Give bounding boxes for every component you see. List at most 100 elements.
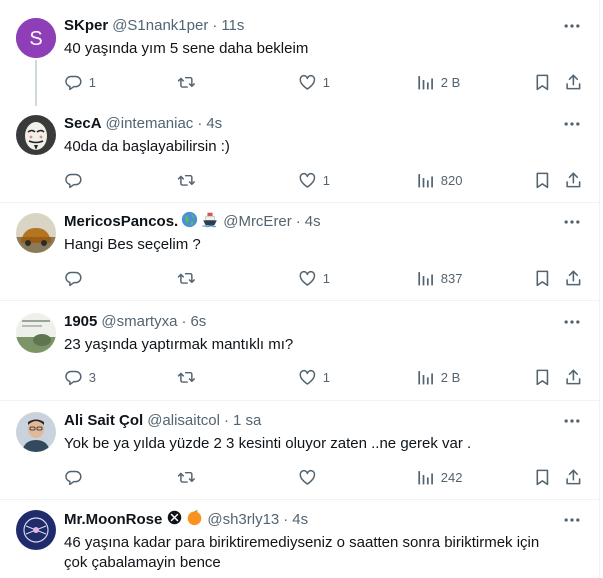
retweet-button[interactable] (177, 268, 196, 288)
bookmark-button[interactable] (533, 367, 552, 387)
more-icon[interactable] (562, 114, 582, 134)
display-name[interactable]: Ali Sait Çol (64, 411, 143, 431)
view-count: 837 (440, 270, 463, 286)
views-button[interactable]: 242 (416, 467, 462, 487)
like-count: 1 (322, 172, 330, 188)
avatar[interactable] (16, 213, 56, 253)
views-button[interactable]: 2 B (416, 72, 460, 92)
tweet-text: 40da da başlayabilirsin :) (64, 138, 230, 155)
retweet-button[interactable] (177, 367, 196, 387)
avatar[interactable] (16, 313, 56, 353)
reply-timeline: S SKper @S1nank1per · 11s 40 yaşında yım… (0, 0, 600, 578)
avatar[interactable] (16, 115, 56, 155)
more-icon[interactable] (562, 212, 582, 232)
views-button[interactable]: 2 B (416, 367, 460, 387)
tweet[interactable]: MericosPancos. @MrcErer · 4s Hangi Bes s… (0, 203, 600, 300)
timestamp[interactable]: 4s (292, 510, 308, 530)
like-button[interactable]: 1 (298, 72, 330, 92)
avatar[interactable] (16, 412, 56, 452)
like-button[interactable] (298, 467, 317, 487)
tweet-text: 23 yaşında yaptırmak mantıklı mı? (64, 336, 294, 353)
tweet-text-line: 46 yaşına kadar para biriktiremediyseniz… (64, 534, 540, 551)
reply-button[interactable]: 1 (64, 72, 96, 92)
reply-icon (64, 368, 83, 387)
tweet-text: 40 yaşında yım 5 sene daha bekleim (64, 40, 309, 57)
bookmark-icon (533, 368, 552, 387)
more-icon[interactable] (562, 312, 582, 332)
retweet-icon (177, 171, 196, 190)
tweet[interactable]: 1905 @smartyxa · 6s 23 yaşında yaptırmak… (0, 301, 600, 400)
reply-button[interactable] (64, 268, 83, 288)
like-button[interactable]: 1 (298, 268, 330, 288)
separator-dot: · (181, 313, 187, 330)
more-icon[interactable] (562, 411, 582, 431)
views-button[interactable]: 820 (416, 170, 462, 190)
more-icon[interactable] (562, 510, 582, 530)
timestamp[interactable]: 11s (221, 16, 244, 36)
like-button[interactable]: 1 (298, 367, 330, 387)
more-icon[interactable] (562, 16, 582, 36)
timestamp[interactable]: 6s (190, 312, 206, 332)
retweet-button[interactable] (177, 170, 196, 190)
tweet[interactable]: S SKper @S1nank1per · 11s 40 yaşında yım… (0, 0, 600, 106)
action-bar: 3 1 2 B (64, 367, 589, 387)
tweet[interactable]: Mr.MoonRose @sh3rly13 · 4s 46 yaşına kad… (0, 500, 600, 578)
tweet-text-line: çok çabalamayin bence (64, 554, 221, 571)
views-button[interactable]: 837 (416, 268, 462, 288)
share-icon (564, 171, 583, 190)
display-name[interactable]: SKper (64, 16, 108, 36)
like-icon (298, 73, 317, 92)
share-button[interactable] (564, 72, 583, 92)
display-name[interactable]: SecA (64, 114, 102, 134)
user-handle[interactable]: @MrcErer (223, 212, 292, 232)
display-name[interactable]: Mr.MoonRose (64, 510, 162, 530)
reply-icon (64, 468, 83, 487)
like-icon (298, 368, 317, 387)
avatar[interactable] (16, 510, 56, 550)
separator-dot: · (283, 511, 289, 528)
retweet-button[interactable] (177, 72, 196, 92)
timestamp[interactable]: 1 sa (233, 411, 261, 431)
bookmark-button[interactable] (533, 72, 552, 92)
bookmark-button[interactable] (533, 170, 552, 190)
view-count: 2 B (440, 369, 461, 385)
share-icon (564, 368, 583, 387)
views-icon (416, 468, 435, 487)
share-button[interactable] (564, 268, 583, 288)
timestamp[interactable]: 4s (206, 114, 222, 134)
tweet-text: Hangi Bes seçelim ? (64, 236, 201, 253)
tweet[interactable]: SecA @intemaniac · 4s 40da da başlayabil… (0, 105, 600, 202)
user-handle[interactable]: @S1nank1per (112, 16, 208, 36)
display-name[interactable]: MericosPancos. (64, 212, 178, 232)
share-button[interactable] (564, 367, 583, 387)
bookmark-button[interactable] (533, 467, 552, 487)
retweet-icon (177, 269, 196, 288)
display-name[interactable]: 1905 (64, 312, 97, 332)
user-handle[interactable]: @smartyxa (101, 312, 177, 332)
reply-button[interactable] (64, 467, 83, 487)
like-icon (298, 171, 317, 190)
retweet-icon (177, 73, 196, 92)
user-handle[interactable]: @sh3rly13 (207, 510, 279, 530)
share-icon (564, 73, 583, 92)
avatar-letter: S (29, 28, 42, 50)
user-handle[interactable]: @alisaitcol (147, 411, 220, 431)
views-icon (416, 171, 435, 190)
retweet-button[interactable] (177, 467, 196, 487)
avatar[interactable]: S (16, 18, 56, 58)
earth-globe-icon (181, 211, 198, 234)
share-button[interactable] (564, 170, 583, 190)
bookmark-button[interactable] (533, 268, 552, 288)
reply-button[interactable]: 3 (64, 367, 96, 387)
like-button[interactable]: 1 (298, 170, 330, 190)
reply-button[interactable] (64, 170, 83, 190)
share-icon (564, 468, 583, 487)
tweet[interactable]: Ali Sait Çol @alisaitcol · 1 sa Yok be y… (0, 401, 600, 499)
tweet-text: 46 yaşına kadar para biriktiremediyseniz… (64, 533, 584, 573)
views-icon (416, 269, 435, 288)
timestamp[interactable]: 4s (305, 212, 321, 232)
ship-icon (201, 211, 219, 234)
user-handle[interactable]: @intemaniac (106, 114, 194, 134)
tweet-header: SKper @S1nank1per · 11s (64, 16, 244, 36)
share-button[interactable] (564, 467, 583, 487)
